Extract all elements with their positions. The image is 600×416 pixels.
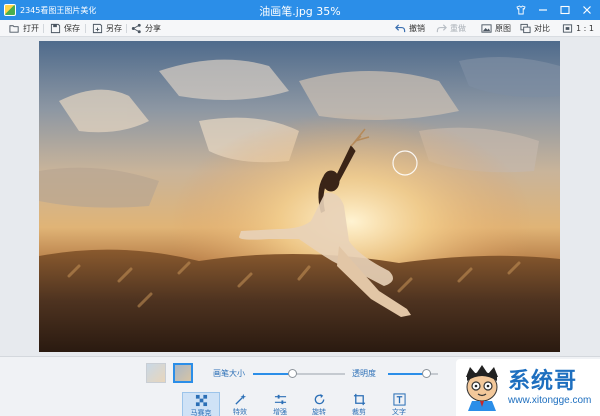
watermark-brand: 系统哥 xyxy=(508,369,578,394)
brush-size-knob[interactable] xyxy=(287,369,297,378)
mascot-logo-icon xyxy=(466,365,498,411)
save-button[interactable]: 保存 xyxy=(50,22,80,35)
compare-button[interactable]: 对比 xyxy=(520,22,550,35)
toolbar-divider xyxy=(85,24,86,33)
tool-mosaic[interactable]: 马赛克 xyxy=(182,392,220,416)
minimize-button[interactable] xyxy=(532,0,554,20)
zoom-actual-size-button[interactable]: 1 : 1 xyxy=(562,22,594,35)
share-button[interactable]: 分享 xyxy=(131,22,161,35)
opacity-knob[interactable] xyxy=(422,369,431,378)
skin-button[interactable] xyxy=(510,0,532,20)
canvas-area xyxy=(0,37,600,356)
brush-style-thumb-1[interactable] xyxy=(146,363,166,383)
undo-button[interactable]: 撤销 xyxy=(395,22,425,35)
compare-label: 对比 xyxy=(534,24,550,33)
close-button[interactable] xyxy=(576,0,598,20)
save-as-icon xyxy=(92,23,103,34)
rotate-icon xyxy=(314,393,324,405)
maximize-icon xyxy=(560,5,570,15)
title-bar: 2345看图王图片美化 油画笔.jpg 35% xyxy=(0,0,600,20)
redo-icon xyxy=(436,24,447,33)
brush-style-thumb-2[interactable] xyxy=(173,363,193,383)
tool-text[interactable]: 文字 xyxy=(380,392,418,416)
watermark: 系统哥 www.xitongge.com xyxy=(456,359,600,416)
tool-rotate[interactable]: 旋转 xyxy=(300,392,338,416)
open-button[interactable]: 打开 xyxy=(9,22,39,35)
undo-icon xyxy=(395,24,406,33)
effects-icon xyxy=(234,393,246,405)
watermark-url: www.xitongge.com xyxy=(508,395,592,406)
toolbar-divider xyxy=(126,24,127,33)
adjust-sliders-icon xyxy=(274,394,286,405)
tool-adjust[interactable]: 增强 xyxy=(261,392,299,416)
toolbar: 打开 保存 另存 分享 撤销 重做 原图 对比 1 : 1 xyxy=(0,20,600,37)
save-as-button[interactable]: 另存 xyxy=(92,22,122,35)
close-icon xyxy=(583,6,591,14)
opacity-fill xyxy=(388,373,426,375)
tool-effects-label: 特效 xyxy=(233,408,247,416)
original-image-button[interactable]: 原图 xyxy=(481,22,511,35)
tool-mosaic-label: 马赛克 xyxy=(190,409,212,416)
toolbar-divider xyxy=(43,24,44,33)
save-label: 保存 xyxy=(64,24,80,33)
brush-size-slider[interactable] xyxy=(253,369,345,378)
undo-label: 撤销 xyxy=(409,24,425,33)
zoom-label: 1 : 1 xyxy=(576,24,594,33)
maximize-button[interactable] xyxy=(554,0,576,20)
tool-adjust-label: 增强 xyxy=(273,408,287,416)
photo-canvas[interactable] xyxy=(39,41,560,352)
mosaic-icon xyxy=(195,394,207,407)
brush-size-fill xyxy=(253,373,292,375)
oil-painting-photo xyxy=(39,41,560,352)
share-icon xyxy=(131,23,141,34)
fit-window-icon xyxy=(562,24,573,33)
share-label: 分享 xyxy=(145,24,161,33)
tool-text-label: 文字 xyxy=(392,408,406,416)
opacity-slider[interactable] xyxy=(388,369,438,378)
save-icon xyxy=(50,23,61,34)
redo-label: 重做 xyxy=(450,24,466,33)
shirt-icon xyxy=(516,5,526,15)
tool-crop-label: 裁剪 xyxy=(352,408,366,416)
tool-effects[interactable]: 特效 xyxy=(221,392,259,416)
crop-icon xyxy=(353,393,365,406)
minimize-icon xyxy=(539,9,547,11)
text-icon xyxy=(392,393,406,406)
folder-open-icon xyxy=(9,25,19,33)
open-label: 打开 xyxy=(23,24,39,33)
brush-size-label: 画笔大小 xyxy=(213,369,245,378)
save-as-label: 另存 xyxy=(106,24,122,33)
opacity-label: 透明度 xyxy=(352,369,376,378)
compare-icon xyxy=(520,23,531,34)
tool-crop[interactable]: 裁剪 xyxy=(340,392,378,416)
tool-rotate-label: 旋转 xyxy=(312,408,326,416)
original-image-icon xyxy=(481,24,492,33)
original-image-label: 原图 xyxy=(495,24,511,33)
redo-button[interactable]: 重做 xyxy=(436,22,466,35)
